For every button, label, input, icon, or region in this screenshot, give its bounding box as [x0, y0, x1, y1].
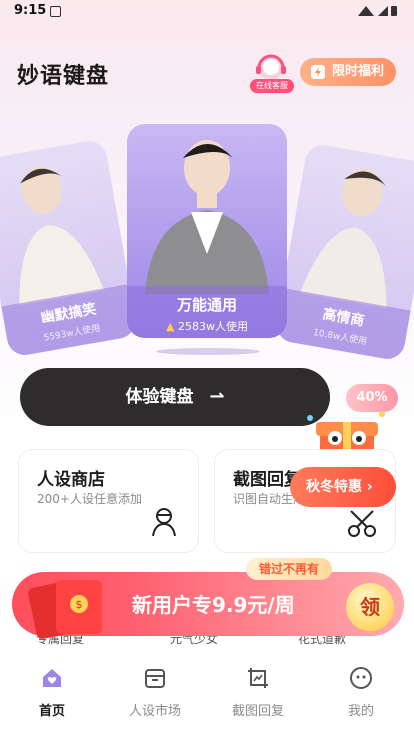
signal-battery-icons — [358, 6, 397, 16]
persona-store-card[interactable]: 人设商店 200+人设任意添加 — [18, 449, 199, 553]
feature-title: 人设商店 — [37, 470, 105, 490]
try-keyboard-button[interactable]: 体验键盘 ⇀ — [20, 368, 330, 426]
persona-portrait-image — [145, 140, 269, 294]
status-time: 9:15 — [14, 3, 47, 18]
promo-text: 新用户专9.9元/周 — [132, 593, 295, 617]
arrow-right-icon: ⇀ — [209, 386, 225, 407]
tab-label: 我的 — [347, 704, 374, 719]
card-shadow — [156, 348, 260, 355]
claim-button[interactable]: 领 — [346, 583, 394, 631]
tab-persona-market[interactable]: 人设市场 — [115, 666, 195, 719]
persona-portrait-image — [19, 165, 105, 306]
autumn-winter-sale-button[interactable]: 秋冬特惠 › — [290, 467, 396, 507]
promo-tag: 错过不再有 — [246, 558, 332, 580]
tab-screenshot-reply[interactable]: 截图回复 — [218, 666, 298, 719]
service-label: 在线客服 — [250, 79, 294, 93]
tab-mine[interactable]: 我的 — [321, 666, 401, 719]
profile-face-icon — [350, 667, 372, 689]
chevron-right-icon: › — [366, 479, 373, 495]
try-keyboard-label: 体验键盘 — [125, 387, 194, 407]
persona-portrait-image — [300, 168, 387, 309]
crop-image-icon — [248, 668, 268, 688]
tab-label: 人设市场 — [128, 704, 181, 719]
store-icon — [145, 669, 165, 688]
app-title: 妙语键盘 — [17, 64, 110, 89]
bottom-tab-bar: 首页 人设市场 截图回复 我的 — [0, 652, 414, 736]
scissors-icon — [348, 510, 376, 537]
tab-label: 首页 — [38, 704, 65, 719]
notification-icon — [50, 6, 61, 17]
persona-icon — [152, 508, 176, 537]
persona-name: 万能通用 — [176, 296, 237, 314]
lightning-icon — [311, 65, 325, 79]
headset-avatar-icon — [256, 54, 286, 80]
online-service-button[interactable]: 在线客服 — [248, 52, 294, 94]
persona-card-universal[interactable]: 万能通用 ▲ 2583w人使用 — [127, 124, 287, 338]
persona-card-eq[interactable]: 高情商 10.8w人使用 — [273, 142, 414, 362]
home-heart-icon — [43, 669, 61, 687]
red-envelope-icon: $ — [28, 580, 102, 639]
tab-label: 截图回复 — [231, 704, 284, 719]
tab-home[interactable]: 首页 — [12, 666, 92, 719]
limited-offer-button[interactable]: 限时福利 — [300, 58, 396, 86]
status-bar: 9:15 — [0, 0, 414, 24]
autumn-sale-label: 秋冬特惠 — [306, 479, 362, 495]
persona-users: ▲ 2583w人使用 — [166, 320, 248, 333]
svg-text:$: $ — [76, 598, 83, 611]
limited-offer-label: 限时福利 — [332, 64, 385, 79]
persona-card-humor[interactable]: 幽默搞笑 5593w人使用 — [0, 138, 139, 358]
flame-icon: ▲ — [166, 320, 175, 333]
card-label-area: 万能通用 ▲ 2583w人使用 — [127, 286, 287, 338]
feature-desc: 200+人设任意添加 — [37, 492, 142, 506]
